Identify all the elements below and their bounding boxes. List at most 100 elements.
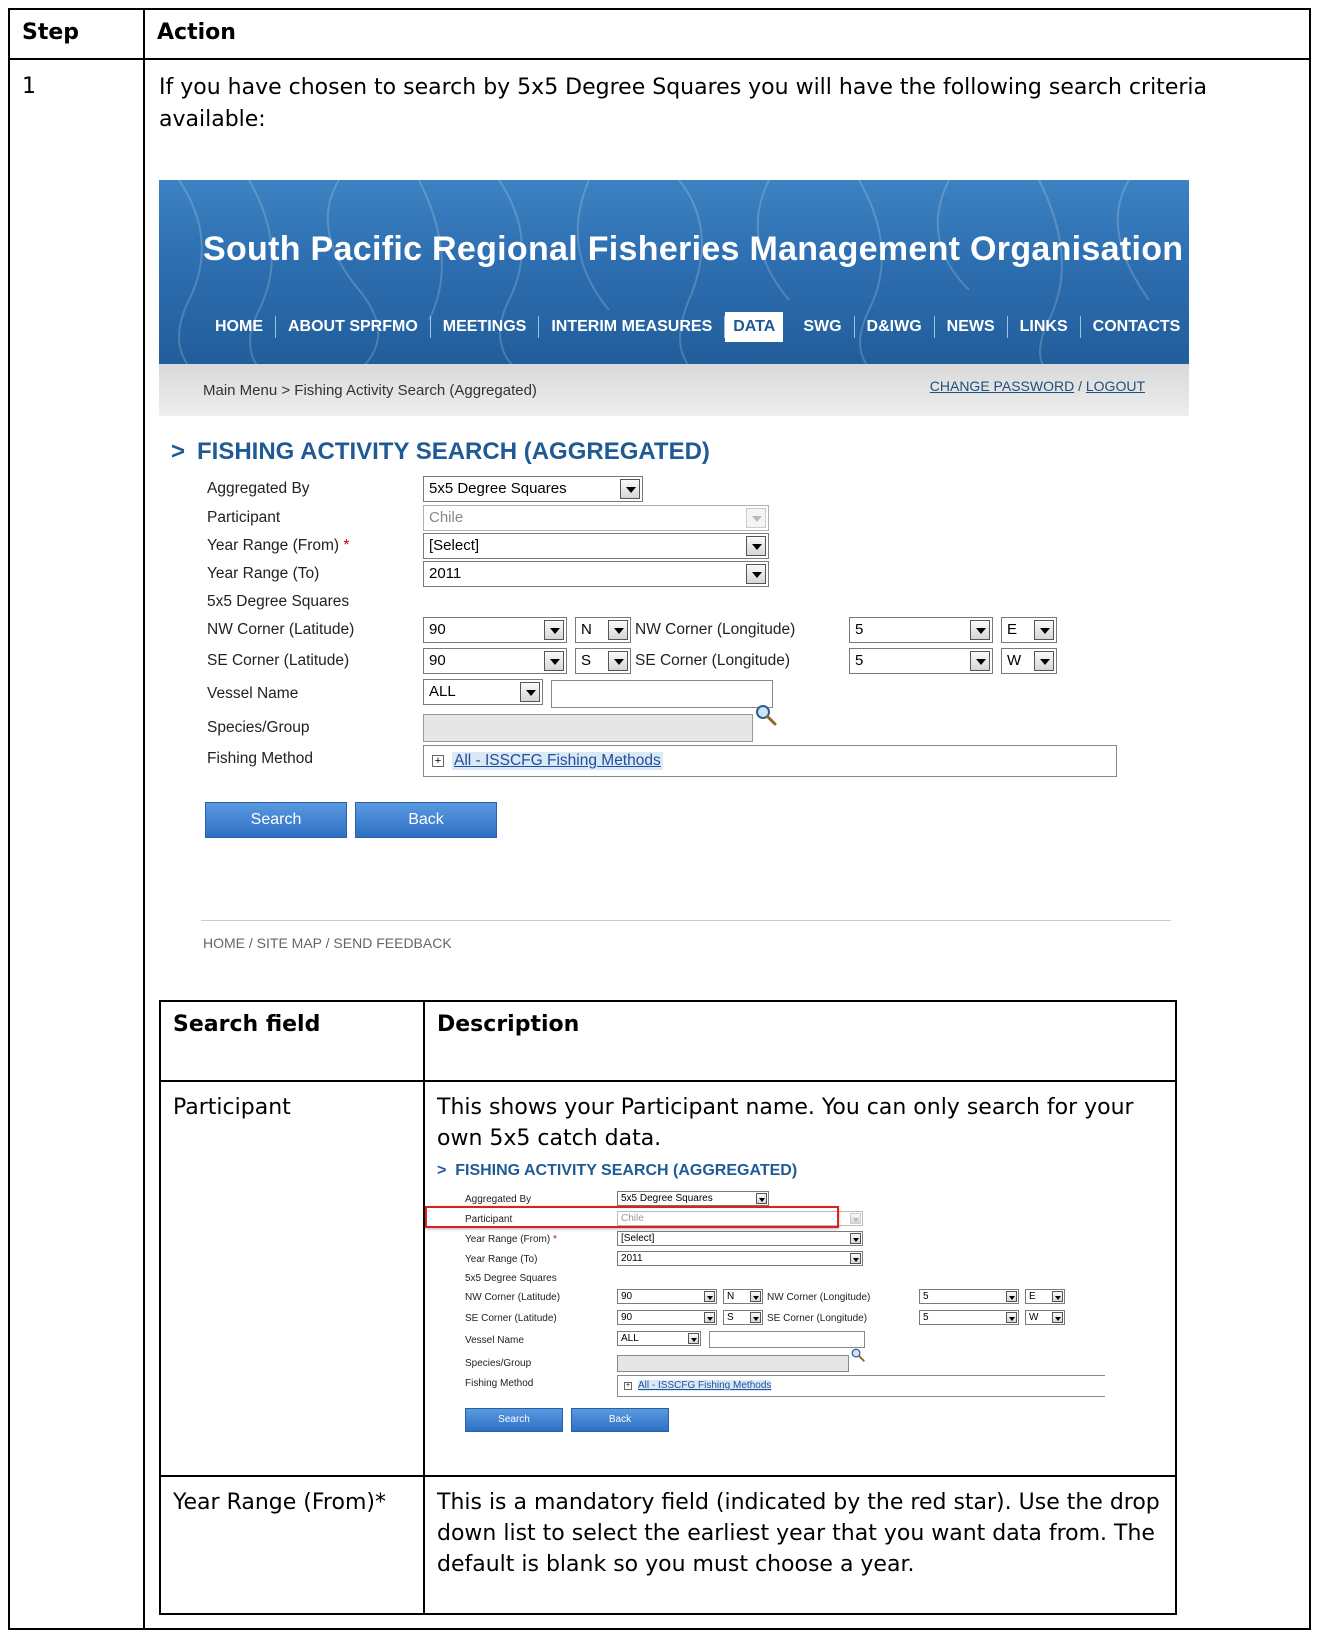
search-button[interactable]: Search: [205, 802, 347, 838]
dropdown-arrow-icon[interactable]: [544, 651, 564, 671]
back-button[interactable]: Back: [355, 802, 497, 838]
aggregated-by-value: 5x5 Degree Squares: [429, 480, 567, 497]
nw-lat-dir: N: [581, 621, 592, 638]
dropdown-arrow-icon[interactable]: [620, 479, 640, 499]
account-links: CHANGE PASSWORD / LOGOUT: [930, 378, 1145, 394]
mini-aggregated-label: Aggregated By: [465, 1194, 532, 1205]
method-label: Fishing Method: [207, 750, 313, 767]
mini-page-title-text: FISHING ACTIVITY SEARCH (AGGREGATED): [455, 1162, 798, 1179]
nw-lon-label: NW Corner (Longitude): [635, 621, 796, 638]
dropdown-arrow-icon: [850, 1233, 861, 1244]
mini-nw-lat-dir: N: [723, 1289, 763, 1304]
mini-page-title: > FISHING ACTIVITY SEARCH (AGGREGATED): [437, 1162, 797, 1180]
method-tree: + All - ISSCFG Fishing Methods: [423, 745, 1117, 777]
dropdown-arrow-icon[interactable]: [544, 620, 564, 640]
se-lat-dir-select[interactable]: S: [575, 648, 631, 674]
dropdown-arrow-icon: [850, 1253, 861, 1264]
nav-diwg[interactable]: D&IWG: [855, 316, 935, 338]
squares-label: 5x5 Degree Squares: [207, 593, 350, 610]
participant-highlight: [425, 1206, 839, 1228]
nw-lat-select[interactable]: 90: [423, 617, 567, 643]
intro-text: If you have chosen to search by 5x5 Degr…: [159, 75, 1207, 132]
dropdown-arrow-icon[interactable]: [746, 564, 766, 584]
se-lon-select[interactable]: 5: [849, 648, 993, 674]
nav-meetings[interactable]: MEETINGS: [431, 316, 540, 338]
search-icon: [851, 1348, 865, 1362]
se-lat-select[interactable]: 90: [423, 648, 567, 674]
method-link[interactable]: All - ISSCFG Fishing Methods: [452, 752, 663, 770]
mini-nw-lon-select: 5: [919, 1289, 1019, 1304]
logout-link[interactable]: LOGOUT: [1086, 378, 1145, 394]
mini-species-label: Species/Group: [465, 1358, 532, 1369]
expand-icon[interactable]: +: [432, 755, 444, 767]
page-title-text: FISHING ACTIVITY SEARCH (AGGREGATED): [197, 438, 710, 465]
site-nav: HOME ABOUT SPRFMO MEETINGS INTERIM MEASU…: [203, 308, 1189, 346]
site-title: South Pacific Regional Fisheries Managem…: [203, 230, 1184, 268]
mini-nw-lon-dir: E: [1025, 1289, 1065, 1304]
mini-se-lon-value: 5: [923, 1312, 929, 1323]
nw-lon-select[interactable]: 5: [849, 617, 993, 643]
dropdown-arrow-icon[interactable]: [746, 536, 766, 556]
search-field-header-row: Search field Description: [159, 1000, 1177, 1082]
mini-chevron-icon: >: [437, 1162, 447, 1179]
dropdown-arrow-icon[interactable]: [520, 682, 540, 702]
dropdown-arrow-icon[interactable]: [608, 620, 628, 640]
mini-method-label: Fishing Method: [465, 1378, 534, 1389]
nav-interim-measures[interactable]: INTERIM MEASURES: [539, 316, 726, 338]
year-to-select[interactable]: 2011: [423, 561, 769, 587]
nav-links[interactable]: LINKS: [1008, 316, 1081, 338]
vessel-label: Vessel Name: [207, 685, 299, 702]
nav-about[interactable]: ABOUT SPRFMO: [276, 316, 431, 338]
nav-contacts[interactable]: CONTACTS: [1081, 316, 1189, 338]
participant-label: Participant: [207, 509, 281, 526]
mini-year-from-value: [Select]: [621, 1233, 655, 1244]
dropdown-arrow-icon[interactable]: [1034, 651, 1054, 671]
nw-lat-dir-select[interactable]: N: [575, 617, 631, 643]
nav-swg[interactable]: SWG: [791, 316, 855, 338]
mini-se-lat-dir: S: [723, 1310, 763, 1325]
field-year-from: Year Range (From)*: [159, 1475, 425, 1615]
mini-nw-lon-value: 5: [923, 1291, 929, 1302]
mini-nw-lat-dir-value: N: [727, 1291, 735, 1302]
dropdown-arrow-icon[interactable]: [970, 651, 990, 671]
mini-se-lon-dir-value: W: [1029, 1312, 1039, 1323]
mini-year-from-label: Year Range (From) *: [465, 1234, 557, 1245]
se-lat-label: SE Corner (Latitude): [207, 652, 350, 669]
mini-nw-lat-label: NW Corner (Latitude): [465, 1292, 561, 1303]
mini-nw-lat-select: 90: [617, 1289, 717, 1304]
nav-data[interactable]: DATA: [725, 312, 784, 342]
mini-search-button: Search: [465, 1408, 563, 1432]
year-to-label: Year Range (To): [207, 565, 320, 582]
aggregated-by-select[interactable]: 5x5 Degree Squares: [423, 476, 643, 502]
nw-lon-dir: E: [1007, 621, 1018, 638]
nw-lat-label: NW Corner (Latitude): [207, 621, 355, 638]
vessel-select[interactable]: ALL: [423, 679, 543, 705]
dropdown-arrow-icon[interactable]: [608, 651, 628, 671]
year-from-select[interactable]: [Select]: [423, 533, 769, 559]
change-password-link[interactable]: CHANGE PASSWORD: [930, 378, 1074, 394]
nw-lon-dir-select[interactable]: E: [1001, 617, 1057, 643]
nav-home[interactable]: HOME: [203, 316, 276, 338]
mini-year-to-value: 2011: [621, 1253, 643, 1264]
account-link-separator: /: [1078, 378, 1082, 394]
aggregated-by-label: Aggregated By: [207, 480, 310, 497]
mini-year-from-select: [Select]: [617, 1231, 863, 1246]
nav-news[interactable]: NEWS: [935, 316, 1008, 338]
mini-aggregated-select: 5x5 Degree Squares: [617, 1191, 769, 1206]
vessel-name-input[interactable]: [551, 680, 773, 708]
dropdown-arrow-icon: [1006, 1312, 1017, 1323]
dropdown-arrow-icon[interactable]: [970, 620, 990, 640]
se-lon-dir: W: [1007, 652, 1022, 669]
mini-nw-lon-label: NW Corner (Longitude): [767, 1292, 871, 1303]
mini-required-star: *: [553, 1234, 557, 1245]
mini-vessel-label: Vessel Name: [465, 1335, 524, 1346]
species-input[interactable]: [423, 714, 753, 742]
mini-se-lon-select: 5: [919, 1310, 1019, 1325]
footer-links[interactable]: HOME / SITE MAP / SEND FEEDBACK: [203, 935, 452, 951]
page-title: > FISHING ACTIVITY SEARCH (AGGREGATED): [171, 438, 710, 466]
dropdown-arrow-icon[interactable]: [1034, 620, 1054, 640]
search-icon[interactable]: [755, 704, 777, 726]
dropdown-arrow-icon: [688, 1333, 699, 1344]
dropdown-arrow-icon: [704, 1312, 715, 1323]
se-lon-dir-select[interactable]: W: [1001, 648, 1057, 674]
